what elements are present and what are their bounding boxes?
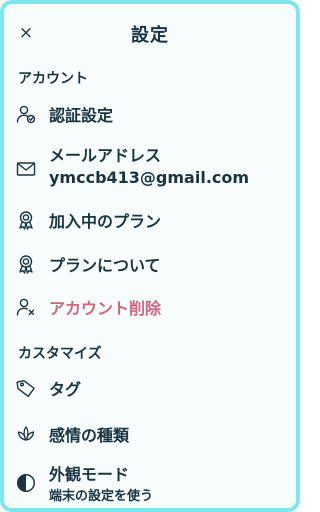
user-x-icon — [16, 297, 36, 317]
section-title-account: アカウント — [18, 71, 88, 87]
award-icon — [16, 210, 36, 230]
settings-item-label: 認証設定 — [49, 106, 114, 125]
settings-item-appearance[interactable]: 外観モード 端末の設定を使う — [4, 460, 296, 508]
user-check-icon — [16, 104, 36, 124]
email-value: ymccb413@gmail.com — [49, 168, 250, 187]
contrast-icon — [16, 473, 36, 493]
settings-item-label: プランについて — [49, 256, 161, 275]
settings-item-email[interactable]: メールアドレス ymccb413@gmail.com — [4, 141, 296, 193]
mail-icon — [16, 159, 36, 179]
header: × 設定 — [4, 4, 296, 62]
section-title-customize: カスタマイズ — [18, 346, 102, 362]
tag-icon — [16, 378, 36, 398]
settings-item-emotion-types[interactable]: 感情の種類 — [4, 414, 296, 454]
settings-item-label: 加入中のプラン — [49, 212, 162, 231]
lotus-icon — [16, 424, 36, 444]
settings-item-label: メールアドレス — [49, 146, 162, 165]
settings-item-label: 外観モード — [49, 465, 130, 484]
settings-item-label: 感情の種類 — [49, 426, 130, 445]
award-icon — [16, 254, 36, 274]
settings-panel: × 設定 アカウント 認証設定 メールアドレス ymccb413@gmail.c… — [0, 0, 300, 512]
settings-item-label: タグ — [49, 380, 82, 399]
settings-item-auth[interactable]: 認証設定 — [4, 94, 296, 134]
appearance-value: 端末の設定を使う — [49, 489, 154, 504]
settings-item-label: アカウント削除 — [49, 299, 162, 318]
settings-item-current-plan[interactable]: 加入中のプラン — [4, 200, 296, 240]
settings-item-tags[interactable]: タグ — [4, 368, 296, 408]
page-title: 設定 — [131, 25, 169, 46]
settings-item-about-plans[interactable]: プランについて — [4, 244, 296, 284]
settings-item-delete-account[interactable]: アカウント削除 — [4, 287, 296, 327]
